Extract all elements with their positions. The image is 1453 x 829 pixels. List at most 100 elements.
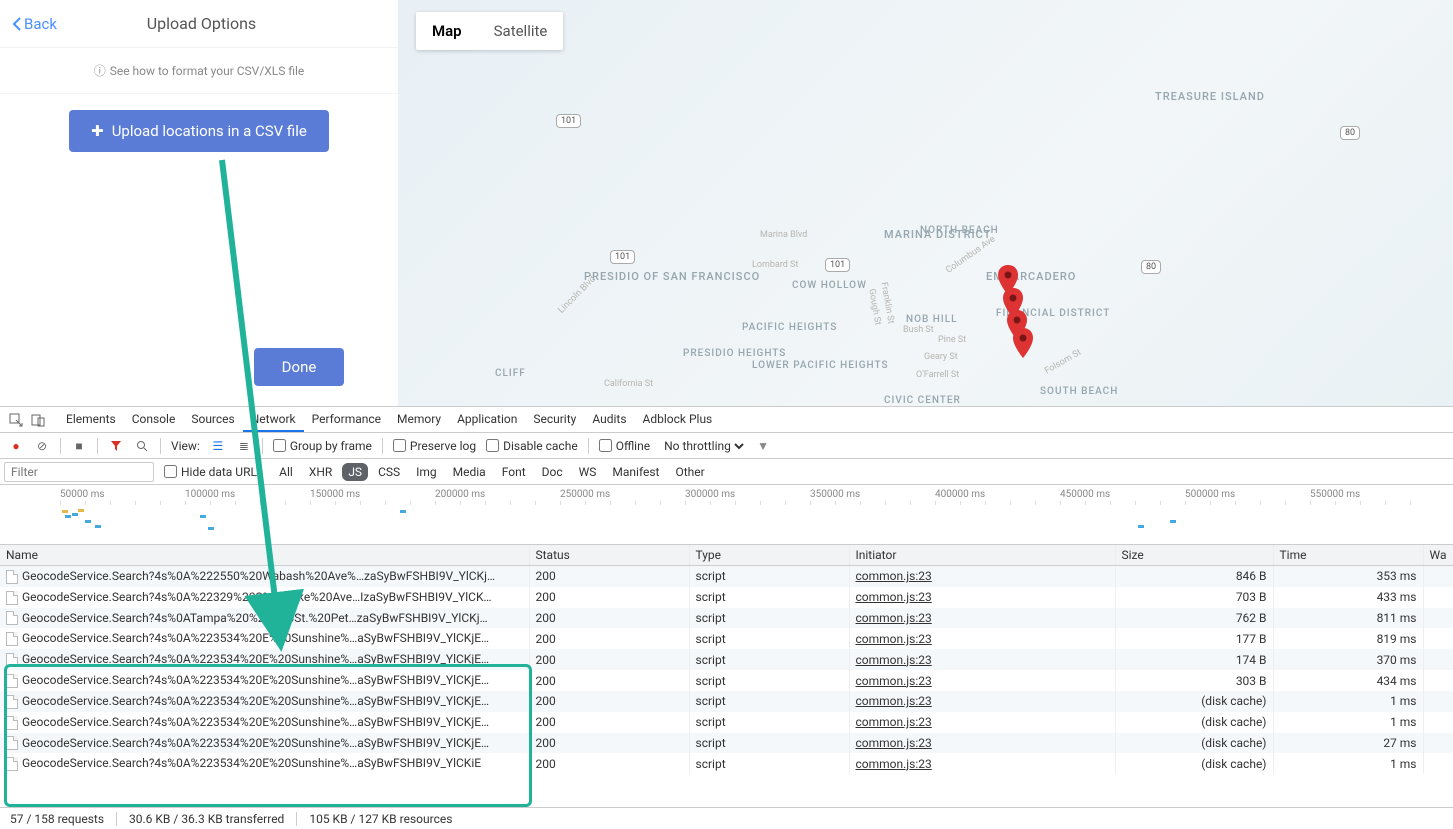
filter-chip-doc[interactable]: Doc: [536, 463, 569, 481]
map-district-label: COW HOLLOW: [792, 280, 867, 291]
map-type-satellite[interactable]: Satellite: [478, 12, 564, 50]
map-type-map[interactable]: Map: [416, 12, 478, 50]
tab-security[interactable]: Security: [525, 408, 584, 432]
map-district-label: TREASURE ISLAND: [1155, 90, 1265, 103]
filter-chip-all[interactable]: All: [273, 463, 299, 481]
timeline-tick: 500000 ms: [1185, 489, 1235, 500]
filter-chip-other[interactable]: Other: [669, 463, 710, 481]
initiator-link[interactable]: common.js:23: [856, 569, 932, 583]
timeline-tick: 250000 ms: [560, 489, 610, 500]
clear-icon[interactable]: ⊘: [34, 438, 50, 454]
initiator-link[interactable]: common.js:23: [856, 757, 932, 771]
column-status[interactable]: Status: [529, 545, 689, 566]
column-wa[interactable]: Wa: [1423, 545, 1453, 566]
tab-memory[interactable]: Memory: [389, 408, 449, 432]
tab-network[interactable]: Network: [243, 408, 304, 432]
throttling-select[interactable]: No throttling: [660, 438, 747, 454]
panel-header: Back Upload Options: [0, 0, 398, 48]
map-district-label: PRESIDIO HEIGHTS: [683, 348, 786, 359]
table-row[interactable]: GeocodeService.Search?4s%0A%223534%20E%2…: [0, 649, 1453, 670]
network-timeline[interactable]: 50000 ms100000 ms150000 ms200000 ms25000…: [0, 485, 1453, 545]
file-icon: [6, 570, 18, 584]
record-icon[interactable]: ●: [8, 438, 24, 454]
initiator-link[interactable]: common.js:23: [856, 715, 932, 729]
done-button[interactable]: Done: [254, 348, 345, 386]
filter-chip-xhr[interactable]: XHR: [303, 463, 338, 481]
tab-console[interactable]: Console: [124, 408, 184, 432]
table-row[interactable]: GeocodeService.Search?4s%0ATampa%20%2B%2…: [0, 608, 1453, 629]
tab-audits[interactable]: Audits: [584, 408, 634, 432]
file-icon: [6, 695, 18, 709]
filter-chip-ws[interactable]: WS: [573, 463, 603, 481]
initiator-link[interactable]: common.js:23: [856, 736, 932, 750]
network-table: NameStatusTypeInitiatorSizeTimeWa Geocod…: [0, 545, 1453, 807]
column-size[interactable]: Size: [1115, 545, 1273, 566]
table-row[interactable]: GeocodeService.Search?4s%0A%22329%20S%20…: [0, 587, 1453, 608]
waterfall-toggle-icon[interactable]: ≣: [236, 438, 252, 454]
initiator-link[interactable]: common.js:23: [856, 632, 932, 646]
tab-performance[interactable]: Performance: [304, 408, 389, 432]
hide-data-urls-checkbox[interactable]: Hide data URLs: [164, 465, 263, 479]
tab-adblock-plus[interactable]: Adblock Plus: [635, 408, 721, 432]
timeline-tick: 100000 ms: [185, 489, 235, 500]
disable-cache-checkbox[interactable]: Disable cache: [486, 439, 578, 453]
inspect-icon[interactable]: [8, 412, 24, 428]
table-row[interactable]: GeocodeService.Search?4s%0A%223534%20E%2…: [0, 712, 1453, 733]
initiator-link[interactable]: common.js:23: [856, 674, 932, 688]
column-name[interactable]: Name: [0, 545, 529, 566]
initiator-link[interactable]: common.js:23: [856, 611, 932, 625]
format-hint[interactable]: ⓘSee how to format your CSV/XLS file: [0, 48, 398, 94]
network-toolbar: ● ⊘ ■ View: ☰ ≣ Group by frame Preserve …: [0, 433, 1453, 459]
table-row[interactable]: GeocodeService.Search?4s%0A%223534%20E%2…: [0, 733, 1453, 754]
filter-chip-js[interactable]: JS: [342, 463, 368, 481]
file-icon: [6, 653, 18, 667]
file-icon: [6, 716, 18, 730]
filter-chip-css[interactable]: CSS: [372, 463, 406, 481]
table-row[interactable]: GeocodeService.Search?4s%0A%223534%20E%2…: [0, 628, 1453, 649]
tab-sources[interactable]: Sources: [183, 408, 242, 432]
column-initiator[interactable]: Initiator: [849, 545, 1115, 566]
road-shield: 80: [1340, 126, 1360, 140]
table-row[interactable]: GeocodeService.Search?4s%0A%222550%20Wab…: [0, 566, 1453, 587]
network-filter-bar: Hide data URLs AllXHRJSCSSImgMediaFontDo…: [0, 459, 1453, 485]
timeline-tick: 350000 ms: [810, 489, 860, 500]
file-icon: [6, 611, 18, 625]
street-label: Folsom St: [1043, 348, 1083, 377]
filter-input[interactable]: [4, 462, 154, 482]
road-shield: 101: [825, 258, 850, 272]
filter-chip-img[interactable]: Img: [410, 463, 443, 481]
map-pin-icon[interactable]: [1013, 328, 1033, 358]
initiator-link[interactable]: common.js:23: [856, 653, 932, 667]
column-type[interactable]: Type: [689, 545, 849, 566]
map-district-label: SOUTH BEACH: [1040, 386, 1118, 397]
filter-chip-media[interactable]: Media: [447, 463, 492, 481]
column-time[interactable]: Time: [1273, 545, 1423, 566]
initiator-link[interactable]: common.js:23: [856, 694, 932, 708]
filter-chip-manifest[interactable]: Manifest: [606, 463, 665, 481]
info-icon: ⓘ: [94, 64, 106, 78]
capture-icon[interactable]: ■: [71, 438, 87, 454]
tab-application[interactable]: Application: [449, 408, 525, 432]
upload-csv-button[interactable]: ✚ Upload locations in a CSV file: [69, 110, 329, 152]
road-shield: 101: [610, 250, 635, 264]
map[interactable]: Map Satellite TREASURE ISLANDMARINA DIST…: [398, 0, 1453, 406]
filter-icon[interactable]: [108, 438, 124, 454]
tab-elements[interactable]: Elements: [58, 408, 124, 432]
initiator-link[interactable]: common.js:23: [856, 590, 932, 604]
device-icon[interactable]: [30, 412, 46, 428]
large-rows-icon[interactable]: ☰: [210, 438, 226, 454]
status-resources: 105 KB / 127 KB resources: [309, 812, 452, 826]
group-by-frame-checkbox[interactable]: Group by frame: [273, 439, 372, 453]
table-row[interactable]: GeocodeService.Search?4s%0A%223534%20E%2…: [0, 753, 1453, 774]
offline-checkbox[interactable]: Offline: [599, 439, 650, 453]
timeline-tick: 150000 ms: [310, 489, 360, 500]
street-label: California St: [604, 379, 653, 389]
timeline-tick: 450000 ms: [1060, 489, 1110, 500]
search-icon[interactable]: [134, 438, 150, 454]
map-type-toggle: Map Satellite: [416, 12, 563, 50]
filter-chip-font[interactable]: Font: [496, 463, 532, 481]
preserve-log-checkbox[interactable]: Preserve log: [393, 439, 476, 453]
table-row[interactable]: GeocodeService.Search?4s%0A%223534%20E%2…: [0, 670, 1453, 691]
table-row[interactable]: GeocodeService.Search?4s%0A%223534%20E%2…: [0, 691, 1453, 712]
street-label: Bush St: [903, 325, 934, 335]
